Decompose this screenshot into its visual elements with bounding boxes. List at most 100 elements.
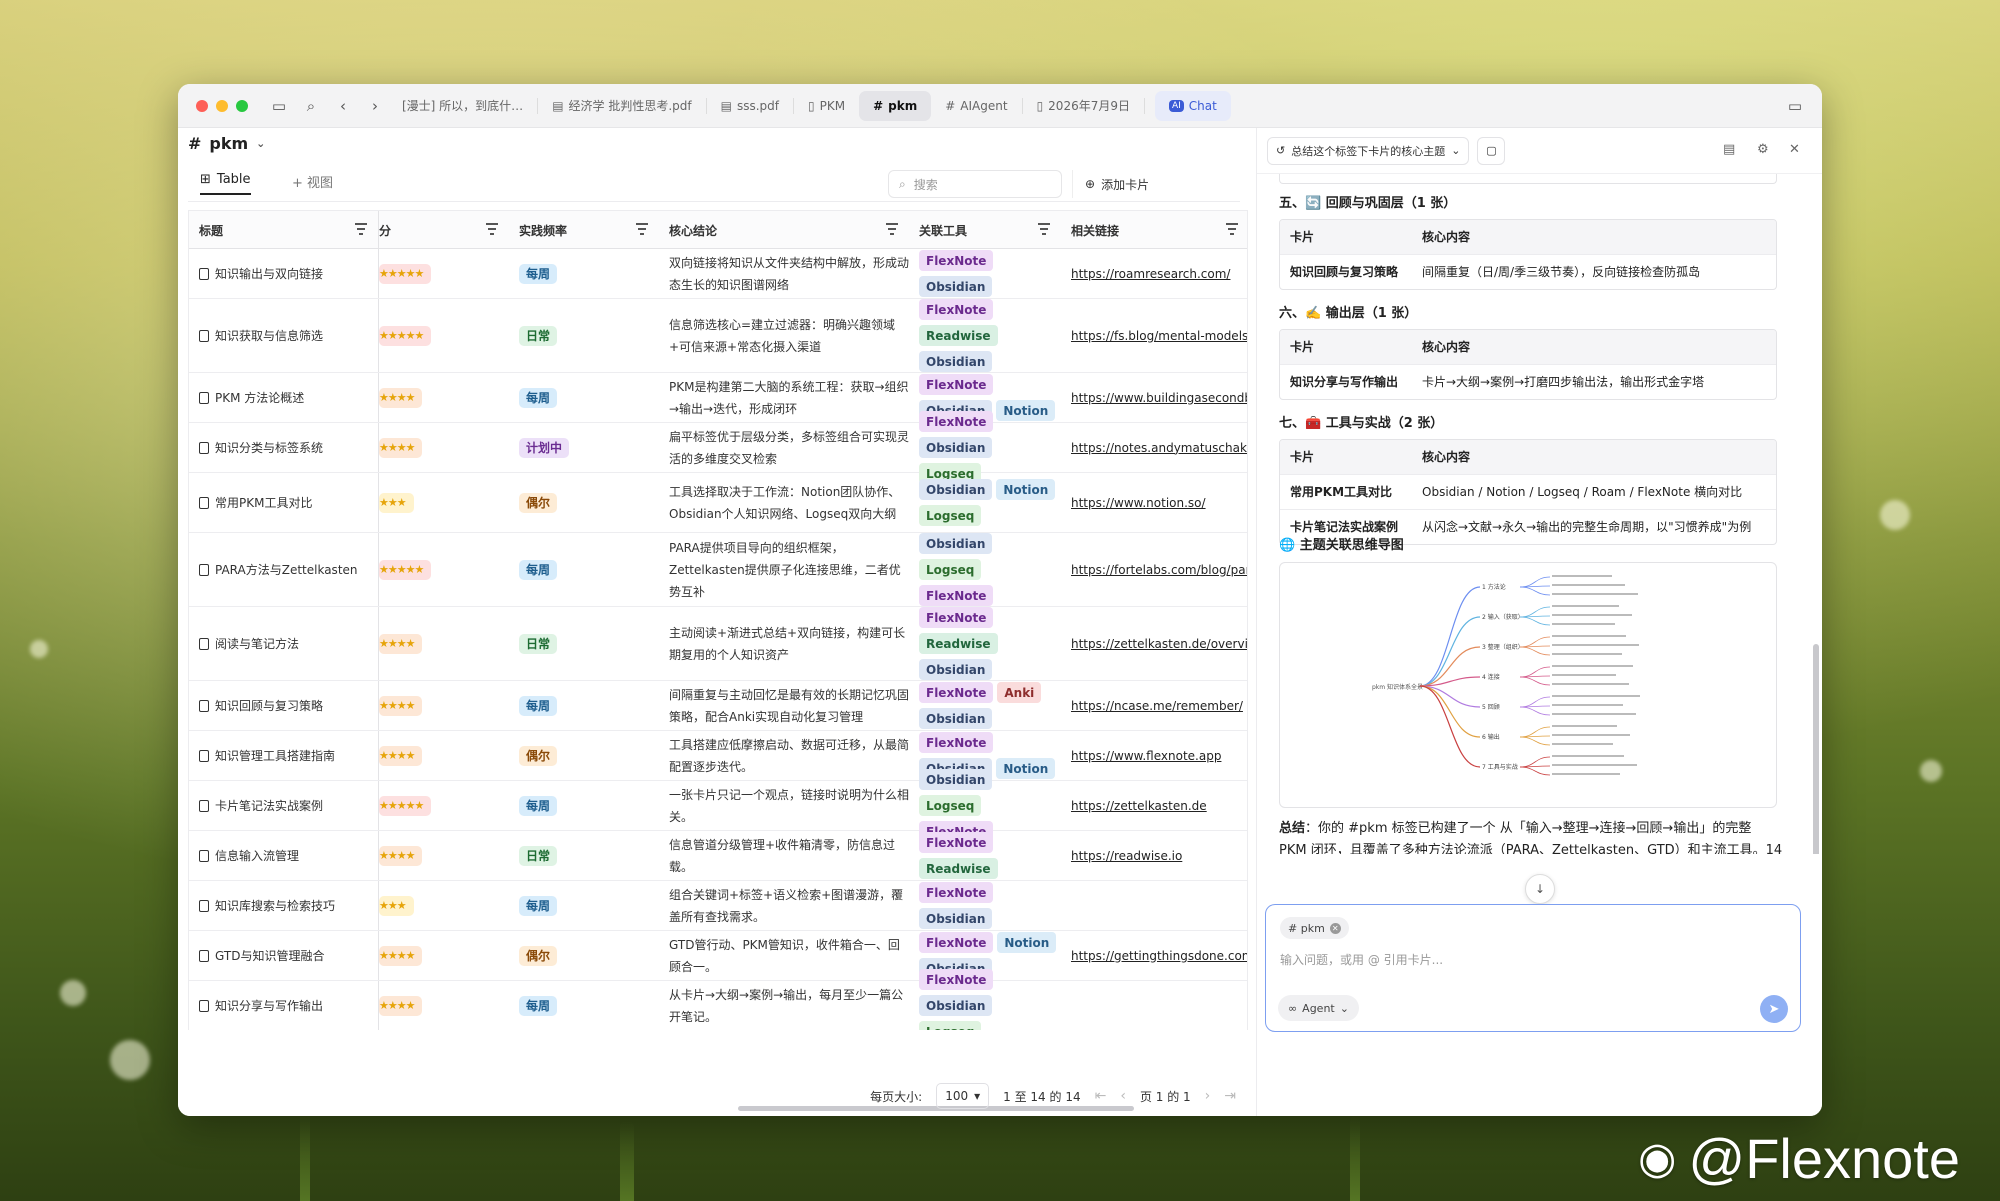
table-row[interactable]: 知识回顾与复习策略 ★★★★ 每周 间隔重复与主动回忆是最有效的长期记忆巩固策略…: [189, 681, 1247, 731]
column-header-frequency[interactable]: 实践频率: [509, 211, 659, 249]
table-row[interactable]: 知识获取与信息筛选 ★★★★★ 日常 信息筛选核心=建立过滤器：明确兴趣领域+可…: [189, 299, 1247, 373]
tool-tag[interactable]: FlexNote: [919, 732, 994, 753]
cell-title[interactable]: 知识输出与双向链接: [189, 249, 379, 298]
table-row[interactable]: 信息输入流管理 ★★★★ 日常 信息管道分级管理+收件箱清零，防信息过载。 Fl…: [189, 831, 1247, 881]
filter-icon[interactable]: [485, 223, 499, 235]
cell-frequency[interactable]: 每周: [509, 881, 659, 930]
cell-frequency[interactable]: 每周: [509, 981, 659, 1030]
cell-frequency[interactable]: 每周: [509, 533, 659, 606]
cell-conclusion[interactable]: 信息管道分级管理+收件箱清零，防信息过载。: [659, 831, 909, 880]
column-header-stars[interactable]: 分: [379, 211, 509, 249]
tool-tag[interactable]: Readwise: [919, 858, 998, 879]
cell-title[interactable]: 知识分类与标签系统: [189, 423, 379, 472]
cell-conclusion[interactable]: 信息筛选核心=建立过滤器：明确兴趣领域+可信来源+常态化摄入渠道: [659, 299, 909, 372]
column-header-tools[interactable]: 关联工具: [909, 211, 1061, 249]
cell-tools[interactable]: FlexNote Obsidian: [909, 249, 1061, 298]
view-tab-table[interactable]: ⊞ Table: [200, 172, 251, 195]
cell-title[interactable]: PARA方法与Zettelkasten: [189, 533, 379, 606]
close-icon[interactable]: ✕: [1789, 142, 1800, 157]
table-row[interactable]: 知识分类与标签系统 ★★★★ 计划中 扁平标签优于层级分类，多标签组合可实现灵活…: [189, 411, 1247, 484]
mindmap-image[interactable]: pkm 知识体系全景 1 方法论 2 输入（获取） 3 整理（组织） 4 连接 5 回顾 6…: [1279, 562, 1777, 808]
cell-link[interactable]: https://www.buildingasecondbrain.com/: [1061, 373, 1247, 422]
search-icon[interactable]: ⌕: [298, 93, 324, 119]
column-header-conclusion[interactable]: 核心结论: [659, 211, 909, 249]
chat-input-box[interactable]: # pkm ✕ 输入问题，或用 @ 引用卡片... ∞ Agent ⌄ ➤: [1265, 904, 1801, 1032]
link-text[interactable]: https://gettingthingsdone.com/: [1071, 945, 1247, 967]
filter-icon[interactable]: [885, 223, 899, 235]
column-header-title[interactable]: 标题: [189, 211, 379, 249]
tab-pdf-economics[interactable]: ▤ 经济学 批判性思考.pdf: [538, 91, 705, 121]
cell-rating[interactable]: ★★★: [379, 473, 509, 532]
cell-link[interactable]: https://readwise.io: [1061, 831, 1247, 880]
cell-rating[interactable]: ★★★★: [379, 681, 509, 730]
table-row[interactable]: 卡片笔记法实战案例 ★★★★★ 每周 一张卡片只记一个观点，链接时说明为什么相关…: [189, 769, 1247, 842]
link-text[interactable]: https://roamresearch.com/: [1071, 263, 1230, 285]
filter-icon[interactable]: [354, 223, 368, 235]
link-text[interactable]: https://zettelkasten.de/overview/: [1071, 633, 1247, 655]
filter-icon[interactable]: [1037, 223, 1051, 235]
cell-link[interactable]: https://ncase.me/remember/: [1061, 681, 1247, 730]
cell-title[interactable]: 卡片笔记法实战案例: [189, 781, 379, 830]
link-text[interactable]: https://fs.blog/mental-models/: [1071, 325, 1247, 347]
cell-title[interactable]: 知识回顾与复习策略: [189, 681, 379, 730]
column-header-link[interactable]: 相关链接: [1061, 211, 1247, 249]
cell-rating[interactable]: ★★★★: [379, 607, 509, 680]
cell-frequency[interactable]: 偶尔: [509, 731, 659, 780]
link-text[interactable]: https://www.buildingasecondbrain.com/: [1071, 387, 1247, 409]
remove-chip-icon[interactable]: ✕: [1329, 922, 1341, 934]
cell-rating[interactable]: ★★★★: [379, 831, 509, 880]
cell-tools[interactable]: ObsidianLogseqFlexNote: [909, 769, 1061, 842]
table-row[interactable]: 知识分享与写作输出 ★★★★ 每周 从卡片→大纲→案例→输出，每月至少一篇公开笔…: [189, 969, 1247, 1030]
tool-tag[interactable]: Obsidian: [919, 708, 993, 729]
cell-frequency[interactable]: 计划中: [509, 423, 659, 472]
first-page-icon[interactable]: ⇤: [1095, 1088, 1107, 1104]
add-card-button[interactable]: ⊕ 添加卡片: [1072, 170, 1232, 198]
table-row[interactable]: 知识库搜索与检索技巧 ★★★ 每周 组合关键词+标签+语义检索+图谱漫游，覆盖所…: [189, 881, 1247, 931]
cell-frequency[interactable]: 日常: [509, 299, 659, 372]
cell-conclusion[interactable]: 主动阅读+渐进式总结+双向链接，构建可长期复用的个人知识资产: [659, 607, 909, 680]
cell-rating[interactable]: ★★★★: [379, 373, 509, 422]
tool-tag[interactable]: FlexNote: [919, 250, 994, 271]
cell-tools[interactable]: FlexNoteObsidianLogseq: [909, 411, 1061, 484]
minimize-window-button[interactable]: [216, 99, 228, 112]
tool-tag[interactable]: Obsidian: [919, 659, 993, 680]
tool-tag[interactable]: Obsidian: [919, 479, 993, 500]
search-input[interactable]: ⌕ 搜索: [888, 170, 1062, 198]
tool-tag[interactable]: Obsidian: [919, 908, 993, 929]
tool-tag[interactable]: FlexNote: [919, 882, 994, 903]
cell-conclusion[interactable]: 组合关键词+标签+语义检索+图谱漫游，覆盖所有查找需求。: [659, 881, 909, 930]
cell-rating[interactable]: ★★★★★: [379, 249, 509, 298]
cell-frequency[interactable]: 日常: [509, 607, 659, 680]
cell-tools[interactable]: Obsidian Notion Logseq: [909, 473, 1061, 532]
cell-rating[interactable]: ★★★★: [379, 731, 509, 780]
cell-tools[interactable]: FlexNote Readwise: [909, 831, 1061, 880]
new-chat-button[interactable]: ▢: [1477, 136, 1506, 165]
topic-selector[interactable]: ↺ 总结这个标签下卡片的核心主题 ⌄: [1267, 136, 1470, 165]
tool-tag[interactable]: Obsidian: [919, 351, 993, 372]
tool-tag[interactable]: FlexNote: [919, 411, 994, 432]
cell-title[interactable]: 知识获取与信息筛选: [189, 299, 379, 372]
link-text[interactable]: https://readwise.io: [1071, 845, 1182, 867]
link-text[interactable]: https://www.notion.so/: [1071, 492, 1206, 514]
cell-link[interactable]: https://fortelabs.com/blog/para/: [1061, 533, 1247, 606]
tool-tag[interactable]: Logseq: [919, 505, 982, 526]
tool-tag[interactable]: Readwise: [919, 325, 998, 346]
cell-frequency[interactable]: 每周: [509, 249, 659, 298]
cell-title[interactable]: PKM 方法论概述: [189, 373, 379, 422]
cell-rating[interactable]: ★★★★★: [379, 299, 509, 372]
tab-pkm-book[interactable]: ▯ PKM: [794, 91, 859, 121]
prev-page-icon[interactable]: ‹: [1120, 1088, 1126, 1104]
tab-daily-note[interactable]: ▯ 2026年7月9日: [1023, 91, 1144, 121]
cell-tools[interactable]: FlexNote Obsidian: [909, 881, 1061, 930]
cell-rating[interactable]: ★★★★★: [379, 533, 509, 606]
zoom-window-button[interactable]: [236, 99, 248, 112]
cell-rating[interactable]: ★★★★: [379, 981, 509, 1030]
cell-title[interactable]: 知识库搜索与检索技巧: [189, 881, 379, 930]
cell-rating[interactable]: ★★★★★: [379, 781, 509, 830]
tool-tag[interactable]: Obsidian: [919, 769, 993, 790]
cell-conclusion[interactable]: PARA提供项目导向的组织框架，Zettelkasten提供原子化连接思维，二者…: [659, 533, 909, 606]
tool-tag[interactable]: Logseq: [919, 795, 982, 816]
tab-aiagent[interactable]: # AIAgent: [931, 91, 1021, 121]
cell-link[interactable]: https://fs.blog/mental-models/: [1061, 299, 1247, 372]
link-text[interactable]: https://zettelkasten.de: [1071, 795, 1207, 817]
